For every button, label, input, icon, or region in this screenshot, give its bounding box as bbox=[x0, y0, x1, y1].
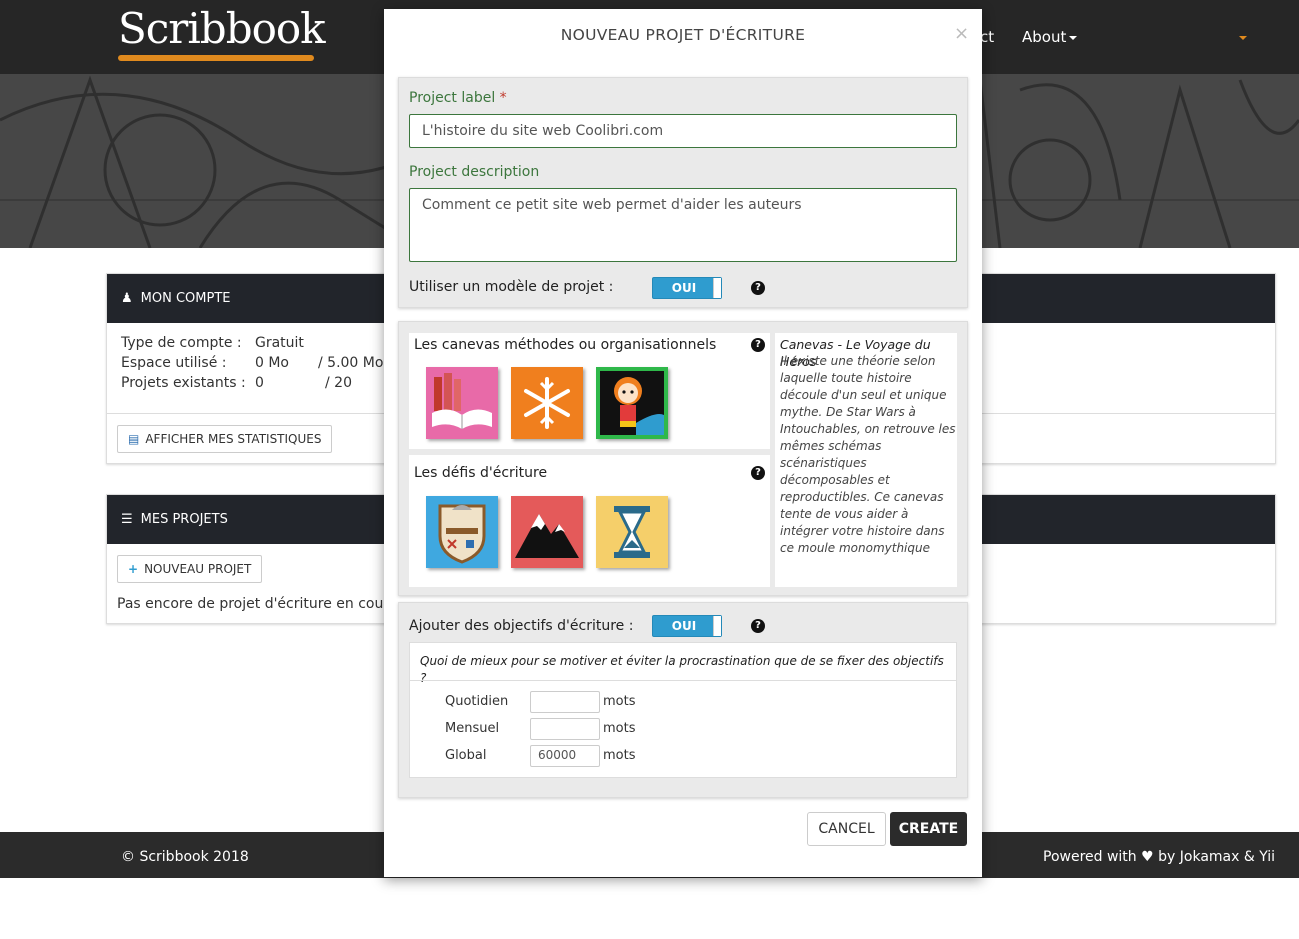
chevron-down-icon bbox=[1239, 35, 1247, 40]
nav-about-label: About bbox=[1022, 28, 1067, 46]
objectives-inner: Quoi de mieux pour se motiver et éviter … bbox=[409, 642, 957, 778]
toggle-knob bbox=[713, 278, 721, 298]
app-logo[interactable]: Scribbook bbox=[118, 4, 326, 53]
objectives-label: Ajouter des objectifs d'écriture : bbox=[409, 618, 634, 634]
heart-icon: ♥ bbox=[1141, 849, 1154, 865]
account-type-label: Type de compte : bbox=[121, 335, 242, 351]
help-icon[interactable]: ? bbox=[751, 619, 765, 633]
monthly-goal-label: Mensuel bbox=[445, 721, 500, 736]
footer-powered: Powered with ♥ by Jokamax & Yii bbox=[1043, 849, 1275, 865]
use-template-label: Utiliser un modèle de projet : bbox=[409, 279, 614, 295]
help-icon[interactable]: ? bbox=[751, 466, 765, 480]
show-stats-label: AFFICHER MES STATISTIQUES bbox=[145, 432, 322, 446]
new-project-modal: NOUVEAU PROJET D'ÉCRITURE × Project labe… bbox=[384, 9, 982, 877]
description-body: Il existe une théorie selon laquelle tou… bbox=[780, 354, 956, 555]
projects-count-value: 0 bbox=[255, 375, 264, 391]
plus-icon: + bbox=[128, 562, 139, 576]
projects-panel-title: MES PROJETS bbox=[140, 512, 228, 527]
project-label-title: Project label * bbox=[409, 90, 507, 106]
no-project-text: Pas encore de projet d'écriture en cours… bbox=[117, 596, 401, 612]
projects-count-label: Projets existants : bbox=[121, 375, 246, 391]
toggle-knob bbox=[713, 616, 721, 636]
new-project-button[interactable]: + NOUVEAU PROJET bbox=[117, 555, 263, 583]
footer-copyright: © Scribbook 2018 bbox=[121, 849, 249, 865]
project-description-title: Project description bbox=[409, 164, 540, 180]
snowflake-icon[interactable] bbox=[511, 367, 583, 439]
global-goal-label: Global bbox=[445, 748, 487, 763]
powered-suffix: by Jokamax & Yii bbox=[1158, 849, 1276, 865]
space-used-limit: / 5.00 Mo bbox=[318, 355, 384, 371]
daily-goal-input[interactable] bbox=[530, 691, 600, 713]
objectives-hint: Quoi de mieux pour se motiver et éviter … bbox=[420, 654, 944, 685]
objectives-box: Ajouter des objectifs d'écriture : OUI ?… bbox=[398, 602, 968, 798]
page: Scribbook ct About ♟ MON COMPTE Type de … bbox=[0, 0, 1299, 939]
canvas-group-title: Les canevas méthodes ou organisationnels bbox=[414, 337, 717, 353]
hourglass-icon[interactable] bbox=[596, 496, 668, 568]
projects-count-limit: / 20 bbox=[325, 375, 352, 391]
daily-goal-label: Quotidien bbox=[445, 694, 509, 709]
create-button[interactable]: CREATE bbox=[890, 812, 967, 846]
project-info-box: Project label * L'histoire du site web C… bbox=[398, 77, 968, 308]
nav-item-about[interactable]: About bbox=[1022, 28, 1078, 46]
chart-icon: ▤ bbox=[128, 432, 140, 446]
objectives-toggle-text: OUI bbox=[671, 619, 697, 633]
books-icon[interactable] bbox=[426, 367, 498, 439]
help-icon[interactable]: ? bbox=[751, 281, 765, 295]
project-description-textarea[interactable]: Comment ce petit site web permet d'aider… bbox=[409, 188, 957, 262]
space-used-label: Espace utilisé : bbox=[121, 355, 227, 371]
project-label-input[interactable]: L'histoire du site web Coolibri.com bbox=[409, 114, 957, 148]
project-label-text: Project label bbox=[409, 90, 496, 106]
objectives-toggle[interactable]: OUI bbox=[652, 615, 722, 637]
new-project-label: NOUVEAU PROJET bbox=[144, 562, 252, 576]
logo-underline bbox=[118, 55, 314, 61]
divider bbox=[410, 680, 956, 681]
list-icon: ☰ bbox=[121, 512, 133, 527]
cancel-button[interactable]: CANCEL bbox=[807, 812, 886, 846]
powered-prefix: Powered with bbox=[1043, 849, 1137, 865]
close-icon[interactable]: × bbox=[954, 23, 969, 44]
account-type-value: Gratuit bbox=[255, 335, 304, 351]
global-goal-input[interactable]: 60000 bbox=[530, 745, 600, 767]
templates-box: Les canevas méthodes ou organisationnels… bbox=[398, 321, 968, 596]
global-goal-unit: mots bbox=[603, 748, 636, 763]
daily-goal-unit: mots bbox=[603, 694, 636, 709]
nav-item-partial[interactable]: ct bbox=[980, 28, 994, 46]
help-icon[interactable]: ? bbox=[751, 338, 765, 352]
hero-girl-icon[interactable] bbox=[596, 367, 668, 439]
challenges-group: Les défis d'écriture ? bbox=[409, 455, 770, 587]
account-panel-title: MON COMPTE bbox=[140, 291, 231, 306]
required-mark: * bbox=[499, 90, 507, 106]
modal-title: NOUVEAU PROJET D'ÉCRITURE bbox=[560, 26, 806, 44]
canvas-group: Les canevas méthodes ou organisationnels… bbox=[409, 333, 770, 449]
chevron-down-icon bbox=[1069, 35, 1078, 40]
user-menu-toggle[interactable] bbox=[1236, 28, 1247, 46]
nanowrimo-shield-icon[interactable] bbox=[426, 496, 498, 568]
description-panel: Canevas - Le Voyage du Héros Il existe u… bbox=[775, 333, 957, 587]
mountain-icon[interactable] bbox=[511, 496, 583, 568]
use-template-toggle[interactable]: OUI bbox=[652, 277, 722, 299]
show-stats-button[interactable]: ▤ AFFICHER MES STATISTIQUES bbox=[117, 425, 333, 453]
monthly-goal-unit: mots bbox=[603, 721, 636, 736]
use-template-toggle-text: OUI bbox=[671, 281, 697, 295]
challenges-group-title: Les défis d'écriture bbox=[414, 465, 548, 481]
monthly-goal-input[interactable] bbox=[530, 718, 600, 740]
space-used-value: 0 Mo bbox=[255, 355, 290, 371]
user-icon: ♟ bbox=[121, 291, 133, 306]
